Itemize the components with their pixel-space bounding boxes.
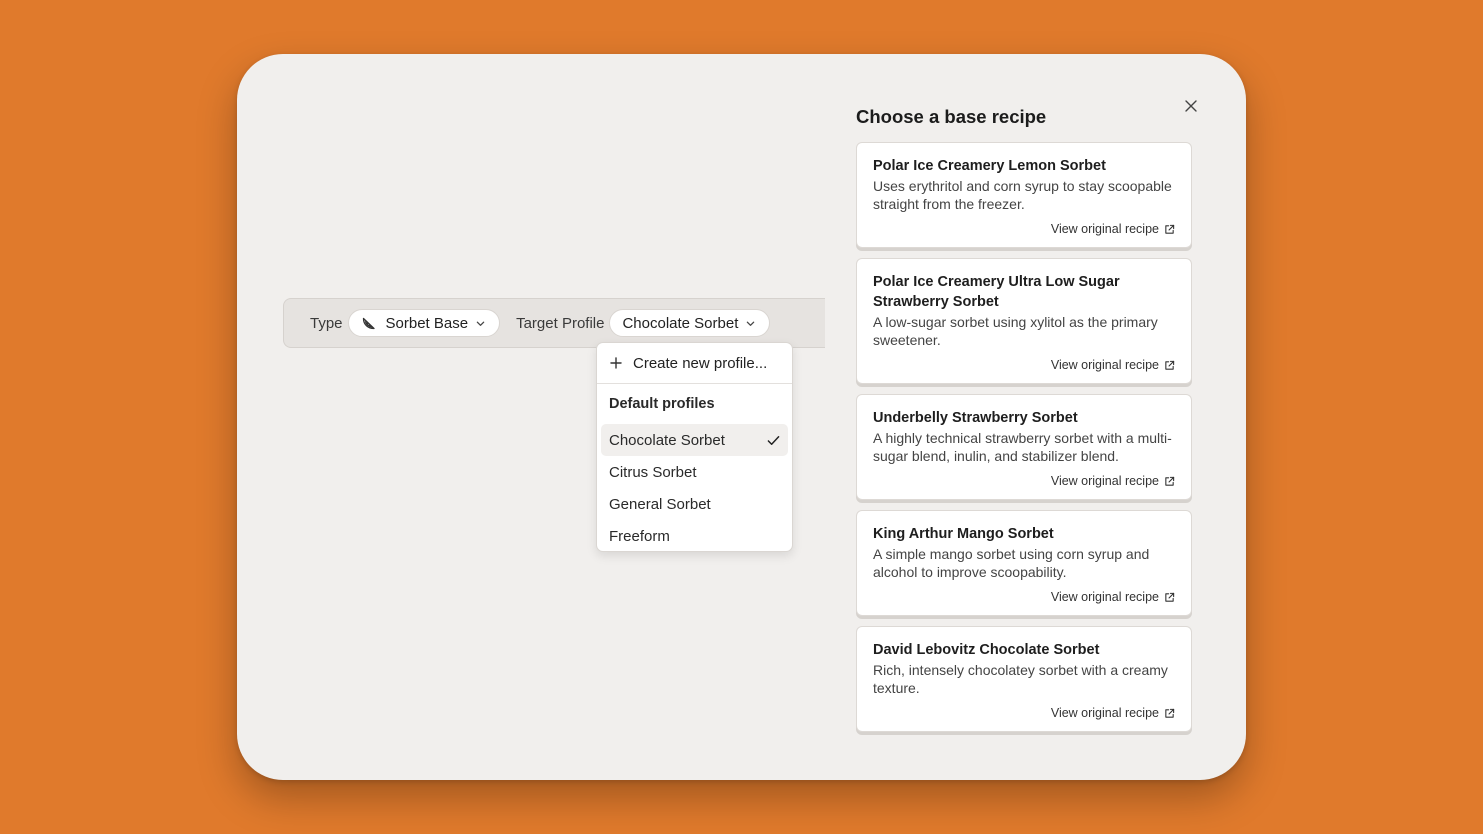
external-link-icon	[1164, 708, 1175, 719]
type-select-value: Sorbet Base	[385, 314, 469, 332]
recipe-title: King Arthur Mango Sorbet	[873, 526, 1054, 542]
recipe-description: A highly technical strawberry sorbet wit…	[873, 430, 1172, 464]
external-link-icon	[1164, 360, 1175, 371]
create-new-profile-item[interactable]: Create new profile...	[597, 343, 792, 384]
target-profile-select[interactable]: Chocolate Sorbet	[609, 309, 771, 337]
recipe-description: Uses erythritol and corn syrup to stay s…	[873, 178, 1172, 212]
view-original-recipe-label: View original recipe	[1050, 590, 1159, 604]
app-window: Type Sorbet Base Target Profile Chocolat…	[237, 54, 1246, 780]
checkmark-icon	[767, 434, 780, 447]
recipe-card[interactable]: David Lebovitz Chocolate Sorbet Rich, in…	[856, 626, 1192, 732]
chevron-down-icon	[746, 319, 755, 328]
recipe-card[interactable]: Polar Ice Creamery Ultra Low Sugar Straw…	[856, 258, 1192, 384]
profile-item-label: Chocolate Sorbet	[609, 431, 725, 449]
profile-item-chocolate-sorbet[interactable]: Chocolate Sorbet	[601, 424, 788, 456]
chevron-down-icon	[476, 319, 485, 328]
recipe-title: Polar Ice Creamery Ultra Low Sugar Straw…	[873, 274, 1120, 310]
plus-icon	[610, 357, 622, 369]
create-new-profile-label: Create new profile...	[633, 354, 768, 372]
profile-item-label: General Sorbet	[609, 495, 711, 513]
base-recipe-list: Polar Ice Creamery Lemon Sorbet Uses ery…	[856, 142, 1192, 742]
view-original-recipe-label: View original recipe	[1050, 358, 1159, 372]
external-link-icon	[1164, 224, 1175, 235]
external-link-icon	[1164, 592, 1175, 603]
type-select[interactable]: Sorbet Base	[347, 309, 501, 337]
profile-item-citrus-sorbet[interactable]: Citrus Sorbet	[601, 456, 788, 488]
recipe-title: Polar Ice Creamery Lemon Sorbet	[873, 158, 1106, 174]
target-profile-label: Target Profile	[516, 314, 605, 332]
profile-dropdown-menu: Create new profile... Default profiles C…	[596, 342, 793, 552]
recipe-card[interactable]: King Arthur Mango Sorbet A simple mango …	[856, 510, 1192, 616]
profile-item-general-sorbet[interactable]: General Sorbet	[601, 488, 788, 520]
profile-item-freeform[interactable]: Freeform	[601, 520, 788, 552]
view-original-recipe-label: View original recipe	[1050, 474, 1159, 488]
profile-item-label: Citrus Sorbet	[609, 463, 697, 481]
view-original-recipe-link[interactable]: View original recipe	[873, 358, 1175, 372]
melon-slice-icon	[361, 315, 377, 331]
external-link-icon	[1164, 476, 1175, 487]
view-original-recipe-link[interactable]: View original recipe	[873, 222, 1175, 236]
recipe-description: A low-sugar sorbet using xylitol as the …	[873, 314, 1158, 348]
view-original-recipe-link[interactable]: View original recipe	[873, 590, 1175, 604]
recipe-title: Underbelly Strawberry Sorbet	[873, 410, 1078, 426]
recipe-card[interactable]: Underbelly Strawberry Sorbet A highly te…	[856, 394, 1192, 500]
default-profiles-heading: Default profiles	[609, 396, 715, 412]
view-original-recipe-link[interactable]: View original recipe	[873, 706, 1175, 720]
target-profile-value: Chocolate Sorbet	[622, 314, 739, 332]
profile-item-label: Freeform	[609, 527, 670, 545]
close-button[interactable]	[1184, 99, 1198, 117]
recipe-title: David Lebovitz Chocolate Sorbet	[873, 642, 1100, 658]
recipe-card[interactable]: Polar Ice Creamery Lemon Sorbet Uses ery…	[856, 142, 1192, 248]
recipe-toolbar: Type Sorbet Base Target Profile Chocolat…	[283, 298, 825, 348]
close-icon	[1185, 99, 1197, 117]
default-profiles-list: Chocolate Sorbet Citrus Sorbet General S…	[597, 424, 792, 552]
recipe-description: Rich, intensely chocolatey sorbet with a…	[873, 662, 1168, 696]
view-original-recipe-link[interactable]: View original recipe	[873, 474, 1175, 488]
type-label: Type	[310, 314, 343, 332]
recipe-description: A simple mango sorbet using corn syrup a…	[873, 546, 1150, 580]
panel-title: Choose a base recipe	[856, 106, 1047, 127]
view-original-recipe-label: View original recipe	[1050, 222, 1159, 236]
view-original-recipe-label: View original recipe	[1050, 706, 1159, 720]
